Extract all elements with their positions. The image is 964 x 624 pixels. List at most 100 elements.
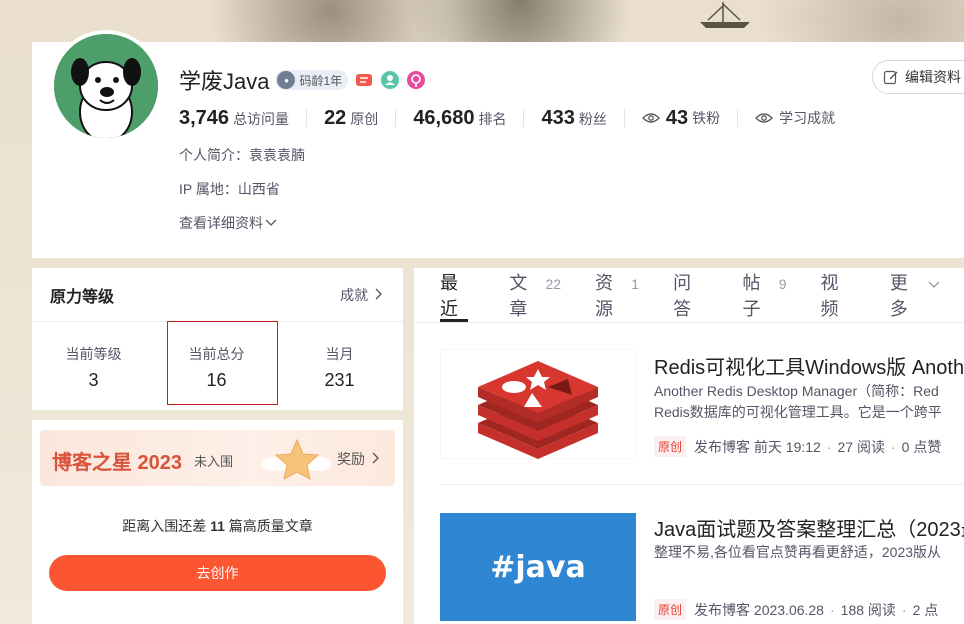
meta-separator: · [901, 601, 907, 618]
user-badge-icon[interactable] [380, 70, 400, 90]
level-month: 当月 231 [278, 322, 401, 410]
article-title[interactable]: Redis可视化工具Windows版 Another [654, 351, 964, 380]
fans-count: 433 [541, 106, 575, 129]
blog-star-status: 未入围 [194, 454, 234, 469]
boat-illustration [700, 2, 750, 28]
level-card: 原力等级 成就 当前等级 3 当前总分 16 当月 231 [32, 268, 403, 410]
tab-count: 1 [631, 276, 640, 292]
progress-count: 11 [210, 518, 225, 534]
tab-posts[interactable]: 帖子 9 [742, 269, 786, 321]
java-thumbnail-text: #java [490, 549, 586, 585]
view-details-link[interactable]: 查看详细资料 [179, 213, 277, 233]
eye-icon [755, 113, 774, 123]
java-thumbnail[interactable]: #java [440, 513, 636, 621]
stat-original[interactable]: 22 原创 [324, 107, 378, 130]
original-label: 原创 [350, 110, 379, 127]
blog-star-progress: 距离入围还差 11 篇高质量文章 [32, 516, 403, 536]
article-likes: 0 点赞 [901, 438, 942, 455]
edit-profile-label: 编辑资料 [905, 69, 961, 85]
stat-visits[interactable]: 3,746 总访问量 [179, 107, 289, 130]
rank-count: 46,680 [413, 106, 475, 129]
tab-label: 最近 [440, 273, 458, 319]
avatar[interactable] [50, 30, 162, 142]
heart-badge-icon[interactable] [406, 70, 426, 90]
tab-qa[interactable]: 问答 [673, 269, 708, 321]
flag-badge-icon[interactable] [354, 70, 374, 90]
tab-label: 帖子 [742, 273, 761, 319]
article-reads: 188 阅读 [840, 601, 896, 618]
article-published: 发布博客 2023.06.28 [694, 601, 824, 618]
tab-videos[interactable]: 视频 [820, 269, 855, 321]
stat-fans[interactable]: 433 粉丝 [541, 107, 606, 130]
visits-label: 总访问量 [233, 110, 290, 127]
eye-icon [641, 113, 660, 123]
tab-label: 视频 [820, 273, 839, 319]
visits-count: 3,746 [179, 106, 230, 129]
level-current: 当前等级 3 [32, 322, 155, 410]
tab-label: 文章 [509, 273, 528, 319]
edit-profile-button[interactable]: 编辑资料 [872, 60, 964, 94]
achievement-link-label: 成就 [340, 286, 369, 303]
tab-more[interactable]: 更多 [890, 269, 940, 321]
go-create-button[interactable]: 去创作 [49, 555, 386, 591]
chevron-right-icon [372, 452, 379, 464]
reward-link[interactable]: 奖励 [337, 449, 380, 469]
tab-label: 资源 [595, 273, 614, 319]
divider [523, 109, 525, 127]
code-age-badge[interactable]: ● 码龄1年 [275, 70, 349, 90]
active-tab-indicator [440, 319, 468, 322]
original-tag: 原创 [654, 599, 687, 620]
level-current-value: 3 [88, 370, 99, 390]
article-description: Another Redis Desktop Manager（简称：Red Red… [654, 381, 964, 423]
stats-row: 3,746 总访问量 22 原创 46,680 排名 433 粉丝 43 铁粉 [179, 106, 835, 130]
level-month-label: 当月 [325, 346, 354, 362]
meta-separator: · [829, 601, 835, 618]
article-divider [440, 484, 964, 485]
progress-prefix: 距离入围还差 [122, 518, 207, 534]
stat-rank[interactable]: 46,680 排名 [413, 107, 506, 130]
content-tabs: 最近 文章 22 资源 1 问答 帖子 9 视频 更多 [414, 268, 964, 323]
achievement-link[interactable]: 成就 [340, 285, 383, 305]
tab-recent[interactable]: 最近 [440, 269, 475, 321]
tab-count: 22 [545, 276, 562, 292]
rank-label: 排名 [478, 110, 507, 127]
article-reads: 27 阅读 [837, 438, 885, 455]
chevron-down-icon [265, 219, 277, 226]
chevron-down-icon [928, 281, 940, 288]
iron-fans-label: 铁粉 [692, 110, 721, 126]
original-tag: 原创 [654, 436, 687, 457]
level-current-label: 当前等级 [65, 346, 122, 362]
progress-suffix: 篇高质量文章 [228, 518, 313, 534]
reward-link-label: 奖励 [337, 451, 365, 467]
iron-fans-count: 43 [665, 106, 689, 129]
learning-achievement-link[interactable]: 学习成就 [755, 108, 835, 128]
tab-label: 问答 [673, 273, 692, 319]
level-title: 原力等级 [50, 288, 115, 306]
edit-icon [883, 70, 898, 85]
profile-intro: 个人简介：袁袁袁腩 [179, 145, 305, 165]
divider [306, 109, 308, 127]
tab-articles[interactable]: 文章 22 [509, 269, 561, 321]
intro-value: 袁袁袁腩 [249, 147, 305, 163]
star-icon [262, 438, 332, 480]
stat-iron-fans[interactable]: 43 铁粉 [641, 106, 721, 130]
meta-separator: · [826, 438, 832, 455]
medal-icon: ● [277, 71, 296, 89]
blog-star-title: 博客之星 2023 [52, 452, 183, 474]
tab-resources[interactable]: 资源 1 [595, 269, 639, 321]
tab-count: 9 [778, 276, 787, 292]
tab-label: 更多 [889, 273, 908, 319]
view-details-label: 查看详细资料 [179, 215, 263, 231]
article-desc-line: Redis数据库的可视化管理工具。它是一个跨平 [654, 404, 942, 420]
blog-star-banner[interactable]: 博客之星 2023 未入围 奖励 [40, 430, 395, 486]
article-published: 发布博客 前天 19:12 [694, 438, 821, 455]
redis-logo-thumbnail[interactable] [440, 349, 636, 459]
ip-label: IP 属地： [179, 181, 238, 197]
meta-separator: · [890, 438, 896, 455]
content-panel: 最近 文章 22 资源 1 问答 帖子 9 视频 更多 Redis可视化工具Wi… [414, 268, 964, 624]
article-meta: 原创 发布博客 前天 19:12 · 27 阅读 · 0 点赞 [654, 436, 941, 457]
divider [623, 109, 625, 127]
highlight-box [167, 321, 278, 405]
article-title[interactable]: Java面试题及答案整理汇总（2023最 [654, 513, 964, 542]
username: 学废Java [179, 69, 270, 94]
